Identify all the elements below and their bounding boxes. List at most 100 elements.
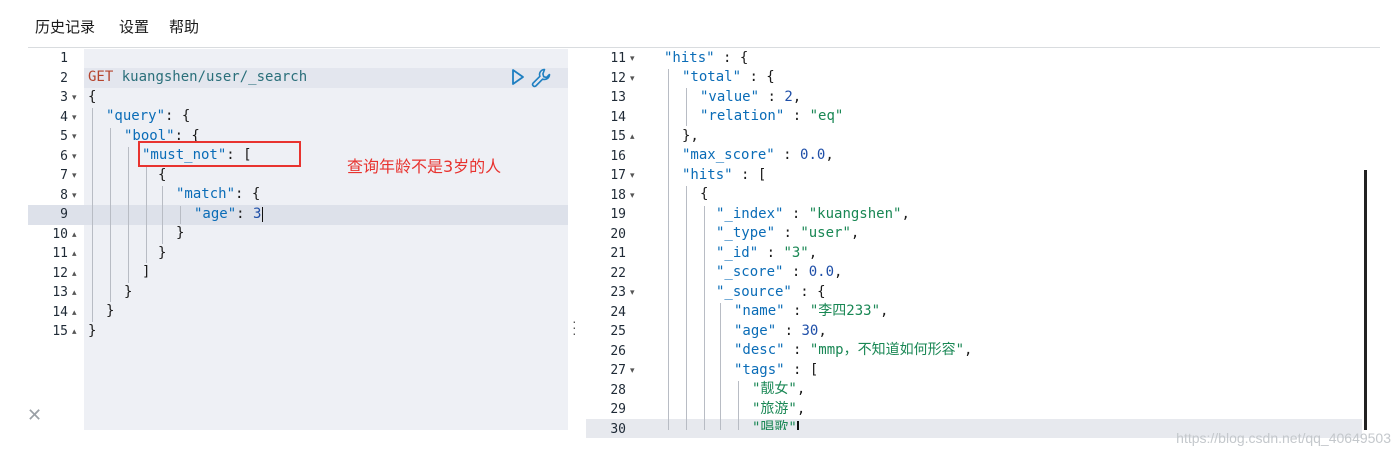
response-line-22: "_score" : 0.0,: [716, 264, 843, 280]
response-line-number: 24: [610, 304, 626, 320]
menu-help[interactable]: 帮助: [169, 16, 199, 37]
menubar-divider: [28, 47, 1380, 48]
indent-guide: [668, 69, 669, 430]
response-line-number: 27: [610, 363, 626, 378]
request-line-number: 13: [52, 285, 68, 300]
indent-guide: [704, 206, 705, 430]
response-scrollbar[interactable]: [1364, 170, 1367, 430]
response-line-11: "hits" : {: [664, 50, 749, 66]
request-line-number: 15: [52, 324, 68, 339]
response-line-number: 23: [610, 285, 626, 300]
request-fold-toggle-icon[interactable]: ▾: [72, 166, 77, 186]
response-line-number: 30: [610, 421, 626, 437]
request-line-3: {: [88, 89, 97, 105]
request-fold-toggle-icon[interactable]: ▾: [72, 88, 77, 108]
response-line-25: "age" : 30,: [734, 323, 827, 339]
indent-guide: [128, 147, 129, 283]
response-line-30: "唱歌": [752, 419, 799, 430]
indent-guide: [162, 186, 163, 244]
request-fold-toggle-icon[interactable]: ▾: [72, 108, 77, 128]
request-fold-toggle-icon[interactable]: ▴: [72, 244, 77, 264]
play-icon[interactable]: [511, 68, 525, 86]
response-line-17: "hits" : [: [682, 167, 767, 183]
request-line-number: 2: [60, 70, 68, 86]
request-line-number: 5: [60, 129, 68, 144]
request-fold-toggle-icon[interactable]: ▾: [72, 186, 77, 206]
response-line-number: 21: [610, 246, 626, 261]
response-line-18: {: [700, 186, 709, 202]
response-line-13: "value" : 2,: [700, 89, 802, 105]
response-line-number: 13: [610, 90, 626, 105]
menu-settings[interactable]: 设置: [119, 16, 149, 37]
request-active-line: [28, 205, 568, 225]
text-cursor: [262, 206, 264, 222]
request-line-number: 6: [60, 148, 68, 164]
response-fold-toggle-icon[interactable]: ▾: [630, 186, 635, 206]
response-line-number: 26: [610, 343, 626, 359]
request-line-12: ]: [142, 264, 151, 280]
response-line-20: "_type" : "user",: [716, 225, 860, 241]
request-line-number: 8: [60, 187, 68, 203]
request-line-number: 1: [60, 51, 68, 66]
request-line-number: 10: [52, 226, 68, 242]
response-line-16: "max_score" : 0.0,: [682, 147, 834, 163]
request-line-4: "query": {: [106, 108, 191, 124]
menu-history[interactable]: 历史记录: [35, 16, 95, 37]
request-fold-toggle-icon[interactable]: ▴: [72, 264, 77, 284]
text-cursor: [796, 420, 799, 430]
indent-guide: [738, 381, 739, 430]
indent-guide: [686, 186, 687, 430]
request-fold-toggle-icon[interactable]: ▴: [72, 303, 77, 323]
request-line-number: 3: [60, 90, 68, 105]
response-line-12: "total" : {: [682, 69, 775, 85]
response-fold-toggle-icon[interactable]: ▾: [630, 49, 635, 69]
response-line-27: "tags" : [: [734, 362, 819, 378]
response-fold-toggle-icon[interactable]: ▾: [630, 166, 635, 186]
request-fold-toggle-icon[interactable]: ▴: [72, 225, 77, 245]
response-fold-toggle-icon[interactable]: ▾: [630, 361, 635, 381]
request-line-10: }: [176, 225, 185, 241]
request-line-14: }: [106, 303, 115, 319]
request-fold-toggle-icon[interactable]: ▴: [72, 283, 77, 303]
request-line-9: "age": 3: [194, 206, 264, 222]
response-line-23: "_source" : {: [716, 284, 826, 300]
request-fold-toggle-icon[interactable]: ▴: [72, 322, 77, 342]
request-line-7: {: [158, 167, 167, 183]
watermark: https://blog.csdn.net/qq_40649503: [1176, 430, 1391, 446]
request-line-number: 7: [60, 168, 68, 183]
request-line-15: }: [88, 323, 97, 339]
splitter-handle-icon[interactable]: · · ·: [572, 314, 578, 340]
response-line-14: "relation" : "eq": [700, 108, 844, 124]
response-line-26: "desc" : "mmp，不知道如何形容",: [734, 342, 973, 358]
request-fold-toggle-icon[interactable]: ▾: [72, 147, 77, 167]
request-line-8: "match": {: [176, 186, 261, 202]
request-fold-toggle-icon[interactable]: ▾: [72, 127, 77, 147]
response-line-29: "旅游",: [752, 401, 806, 417]
indent-guide: [146, 167, 147, 263]
request-line-number: 12: [52, 265, 68, 281]
request-line-13: }: [124, 284, 133, 300]
wrench-icon[interactable]: [530, 67, 552, 89]
menu-bar: 历史记录 设置 帮助: [0, 0, 1399, 48]
response-line-number: 12: [610, 70, 626, 86]
request-line-2: GET kuangshen/user/_search: [88, 69, 308, 85]
indent-guide: [92, 108, 93, 322]
response-line-number: 28: [610, 382, 626, 398]
response-fold-toggle-icon[interactable]: ▾: [630, 69, 635, 89]
indent-guide: [180, 206, 181, 224]
response-line-19: "_index" : "kuangshen",: [716, 206, 910, 222]
response-line-number: 22: [610, 265, 626, 281]
response-fold-toggle-icon[interactable]: ▴: [630, 127, 635, 147]
response-line-21: "_id" : "3",: [716, 245, 818, 261]
response-line-28: "靓女",: [752, 381, 806, 397]
close-icon[interactable]: ✕: [27, 405, 42, 426]
response-line-number: 11: [610, 51, 626, 66]
annotation-text: 查询年龄不是3岁的人: [347, 157, 502, 176]
response-line-15: },: [682, 128, 699, 144]
response-fold-toggle-icon[interactable]: ▾: [630, 283, 635, 303]
indent-guide: [720, 303, 721, 430]
response-line-number: 15: [610, 129, 626, 144]
response-line-number: 16: [610, 148, 626, 164]
response-line-number: 20: [610, 226, 626, 242]
annotation-box: [138, 141, 301, 167]
